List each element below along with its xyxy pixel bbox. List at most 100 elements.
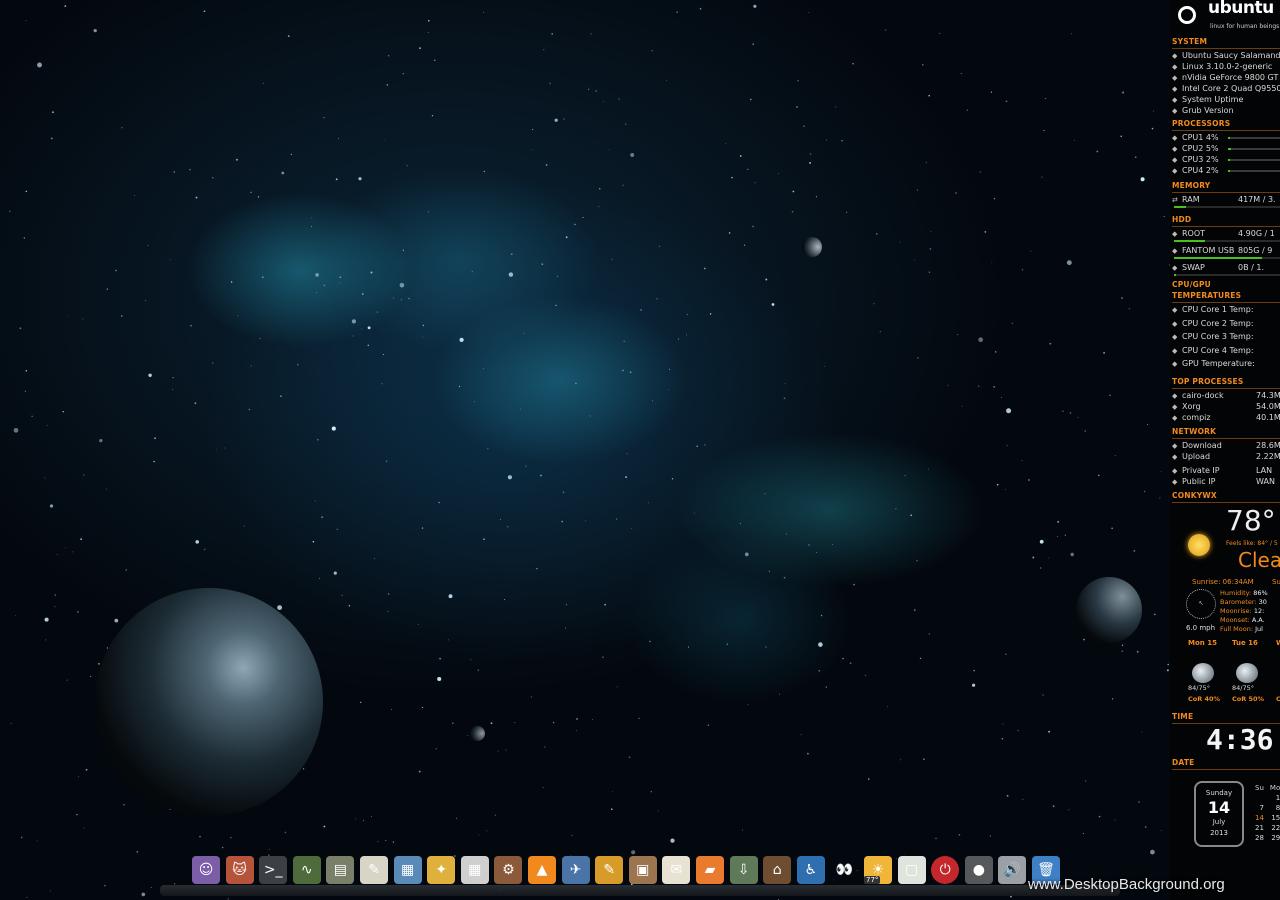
star — [652, 400, 654, 402]
hdd-row: ◆ FANTOM USB 805G / 9 — [1172, 245, 1280, 256]
star — [739, 523, 741, 525]
star — [818, 642, 823, 647]
hdd-row-label: SWAP — [1182, 263, 1205, 272]
network-row-label: Download — [1182, 440, 1222, 450]
cpu-row: ◆ CPU2 5% — [1172, 143, 1280, 154]
system-monitor-icon[interactable]: ∿ — [292, 856, 321, 884]
tools-icon[interactable]: ⚙ — [494, 856, 523, 884]
star — [452, 722, 454, 724]
star — [656, 298, 658, 300]
star — [1039, 539, 1044, 544]
star — [1064, 534, 1066, 536]
calendar-day: 15 — [1271, 813, 1280, 822]
star — [235, 158, 238, 161]
star — [408, 297, 410, 300]
notes-icon[interactable]: ✉ — [662, 856, 691, 884]
star — [341, 594, 343, 596]
star — [56, 553, 58, 555]
star — [765, 646, 767, 648]
star — [20, 836, 23, 839]
star — [676, 11, 678, 13]
star — [549, 82, 551, 85]
star — [418, 770, 421, 773]
star — [490, 722, 493, 725]
star — [928, 633, 931, 635]
brush-icon[interactable]: ✎ — [595, 856, 624, 884]
network-row-label: Upload — [1182, 451, 1211, 461]
weather-detail-value: Jul — [1253, 624, 1263, 633]
calculator-icon[interactable]: ▦ — [460, 856, 489, 884]
star — [853, 583, 855, 586]
star — [261, 276, 264, 279]
weather-detail-value: A.A. — [1249, 615, 1265, 624]
star — [1068, 809, 1070, 811]
star — [916, 189, 918, 191]
cat-app-icon[interactable]: 🐱 — [225, 856, 254, 884]
star — [929, 248, 932, 250]
star — [930, 230, 932, 232]
star — [438, 501, 440, 504]
power-icon[interactable]: ⏻ — [931, 856, 960, 884]
star — [402, 249, 405, 251]
star — [99, 438, 103, 443]
star — [598, 205, 600, 207]
star — [1044, 97, 1046, 100]
cleaner-icon[interactable]: ✦ — [427, 856, 456, 884]
star — [147, 244, 149, 246]
process-row: ◆ Xorg 54.0M — [1172, 401, 1280, 412]
hdd-list: ◆ ROOT 4.90G / 1 ◆ FANTOM USB 805G / 9 ◆ SWAP 0B… — [1172, 228, 1280, 276]
star — [846, 211, 848, 213]
system-item-label: Linux 3.10.0-2-generic — [1182, 62, 1273, 71]
forecast-row: Mon 15 84/75° CoR 40% Tue 16 84/75° CoR 50% W C — [1172, 638, 1280, 708]
hdd-bar — [1174, 274, 1280, 276]
box-icon[interactable]: ▣ — [628, 856, 657, 884]
star — [752, 225, 754, 228]
archive-icon[interactable]: ▤ — [326, 856, 355, 884]
forecast-day-label: Tue 16 — [1232, 638, 1258, 647]
star — [649, 640, 651, 643]
calendar-table: Su Mo 1 7 8 14 15 21 22 28 29 — [1252, 783, 1280, 843]
sunrise-text: Sunrise: 06:34AM — [1192, 577, 1254, 586]
disc-icon[interactable]: ● — [964, 856, 993, 884]
installer-icon[interactable]: ⇩ — [729, 856, 758, 884]
star — [31, 415, 33, 417]
forecast-cor: CoR 50% — [1232, 694, 1265, 703]
folder-icon[interactable]: ▰ — [696, 856, 724, 884]
user-icon[interactable]: ☺ — [192, 856, 220, 884]
wind-speed: 6.0 mph — [1186, 623, 1216, 632]
conky-panel: ubuntu linux for human beings SYSTEM ◆ Ub… — [1170, 0, 1280, 900]
window-icon[interactable]: ▢ — [897, 856, 926, 884]
bird-app-icon[interactable]: ✈ — [561, 856, 590, 884]
star — [552, 721, 555, 724]
star — [504, 599, 506, 601]
calendar-day: 1 — [1275, 793, 1280, 802]
text-editor-icon[interactable]: ✎ — [360, 856, 388, 884]
star — [287, 35, 290, 37]
star — [483, 538, 485, 540]
network-row: ◆ Download 28.6M — [1172, 440, 1280, 451]
volume-icon[interactable]: 🔊 — [998, 856, 1027, 884]
weather-detail-key: Barometer: — [1220, 597, 1257, 606]
process-row-label: Xorg — [1182, 401, 1201, 411]
accessibility-icon[interactable]: ♿ — [796, 856, 825, 884]
system-item: ◆ Ubuntu Saucy Salamander — [1172, 50, 1280, 61]
temp-row: ◆ CPU Core 3 Temp: — [1172, 331, 1280, 345]
image-viewer-icon[interactable]: ▦ — [393, 856, 422, 884]
star — [120, 315, 123, 317]
star — [687, 646, 690, 648]
star — [134, 194, 136, 196]
home-icon[interactable]: ⌂ — [763, 856, 792, 884]
moon-small — [802, 237, 822, 257]
star — [753, 4, 757, 8]
clock: 4:36 — [1206, 722, 1274, 756]
star — [824, 365, 825, 367]
vlc-icon[interactable]: ▲ — [528, 856, 556, 884]
star — [1114, 455, 1116, 456]
system-item: ◆ Grub Version — [1172, 105, 1280, 116]
star — [996, 483, 999, 486]
star — [1141, 731, 1143, 733]
star — [1082, 832, 1084, 835]
eyes-icon[interactable]: 👀 — [830, 856, 858, 884]
temp-row: ◆ CPU Core 1 Temp: — [1172, 304, 1280, 318]
terminal-icon[interactable]: >_ — [259, 856, 288, 884]
